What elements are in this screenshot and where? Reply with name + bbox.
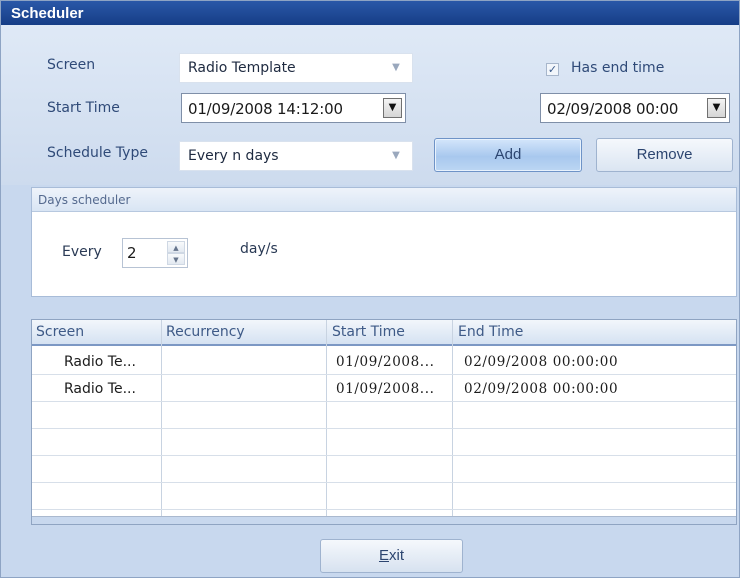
chevron-down-icon[interactable]: ▼ [383, 98, 402, 118]
schedule-type-dropdown[interactable]: Every n days ▼ [179, 141, 413, 171]
table-header: Screen Recurrency Start Time End Time [32, 320, 736, 346]
chevron-down-icon[interactable]: ▼ [707, 98, 726, 118]
cell-end-time: 02/09/2008 00:00:00 [464, 381, 619, 397]
start-time-label: Start Time [47, 100, 120, 116]
cell-end-time: 02/09/2008 00:00:00 [464, 354, 619, 370]
days-scheduler-title: Days scheduler [32, 188, 736, 212]
add-button[interactable]: Add [434, 138, 582, 172]
exit-button[interactable]: Exit [320, 539, 463, 573]
schedule-type-label: Schedule Type [47, 145, 148, 161]
end-time-picker[interactable]: 02/09/2008 00:00 ▼ [540, 93, 730, 123]
screen-dropdown[interactable]: Radio Template ▼ [179, 53, 413, 83]
table-footer [32, 516, 736, 524]
days-stepper-value: 2 [127, 244, 137, 262]
remove-button[interactable]: Remove [596, 138, 733, 172]
chevron-down-icon[interactable]: ▼ [386, 145, 406, 167]
spin-up-icon[interactable]: ▲ [167, 241, 185, 253]
end-time-value: 02/09/2008 00:00 [547, 100, 679, 118]
start-time-value: 01/09/2008 14:12:00 [188, 100, 343, 118]
schedule-table[interactable]: Screen Recurrency Start Time End Time Ra… [31, 319, 737, 525]
start-time-picker[interactable]: 01/09/2008 14:12:00 ▼ [181, 93, 406, 123]
has-end-time-checkbox[interactable]: ✓ [546, 63, 559, 76]
checkmark-icon: ✓ [547, 63, 558, 76]
column-header-end-time[interactable]: End Time [458, 324, 523, 340]
column-divider [452, 320, 453, 524]
row-divider [32, 509, 736, 510]
row-divider [32, 374, 736, 375]
exit-label: xit [389, 547, 404, 564]
window-title: Scheduler [1, 1, 739, 25]
cell-start-time: 01/09/2008... [336, 381, 435, 397]
cell-screen: Radio Te... [64, 381, 136, 397]
every-label: Every [62, 244, 102, 260]
column-divider [326, 320, 327, 524]
days-unit-label: day/s [240, 241, 278, 257]
spin-down-icon[interactable]: ▼ [167, 253, 185, 265]
cell-start-time: 01/09/2008... [336, 354, 435, 370]
row-divider [32, 428, 736, 429]
days-scheduler-group: Days scheduler Every 2 ▲ ▼ day/s [31, 187, 737, 297]
row-divider [32, 455, 736, 456]
scheduler-window: Scheduler Screen Radio Template ▼ ✓ Has … [0, 0, 740, 578]
column-divider [161, 320, 162, 524]
screen-label: Screen [47, 57, 96, 73]
exit-mnemonic: E [378, 547, 389, 564]
has-end-time-label[interactable]: Has end time [571, 60, 664, 76]
row-divider [32, 401, 736, 402]
days-stepper[interactable]: 2 ▲ ▼ [122, 238, 188, 268]
chevron-down-icon[interactable]: ▼ [386, 57, 406, 79]
column-header-screen[interactable]: Screen [36, 324, 84, 340]
schedule-type-value: Every n days [188, 148, 279, 164]
cell-screen: Radio Te... [64, 354, 136, 370]
row-divider [32, 482, 736, 483]
column-header-start-time[interactable]: Start Time [332, 324, 405, 340]
column-header-recurrency[interactable]: Recurrency [166, 324, 245, 340]
screen-dropdown-value: Radio Template [188, 60, 296, 76]
